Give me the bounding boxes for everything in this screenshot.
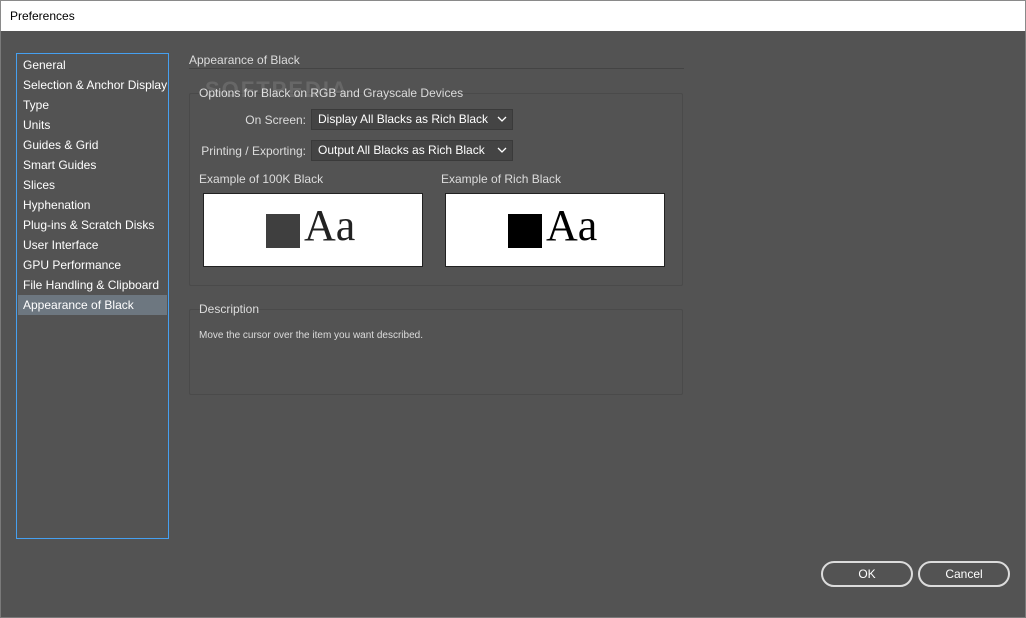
printing-dropdown[interactable]: Output All Blacks as Rich Black [311,140,513,161]
printing-value: Output All Blacks as Rich Black [318,143,485,157]
sidebar-item-type[interactable]: Type [18,95,167,115]
example-100k-preview: Aa [203,193,423,267]
sidebar-item-appearance-of-black[interactable]: Appearance of Black [18,295,167,315]
sidebar-item-selection-anchor-display[interactable]: Selection & Anchor Display [18,75,167,95]
sample-text-rich: Aa [546,201,598,250]
ok-button[interactable]: OK [821,561,913,587]
sidebar-item-units[interactable]: Units [18,115,167,135]
description-text: Move the cursor over the item you want d… [199,330,423,341]
window-title: Preferences [10,9,75,23]
example-rich-preview: Aa [445,193,665,267]
sidebar-item-slices[interactable]: Slices [18,175,167,195]
sidebar-item-file-handling-clipboard[interactable]: File Handling & Clipboard [18,275,167,295]
sidebar-item-plugins-scratch-disks[interactable]: Plug-ins & Scratch Disks [18,215,167,235]
printing-label: Printing / Exporting: [201,144,306,158]
sidebar-item-general[interactable]: General [18,55,167,75]
title-bar: Preferences [0,0,1026,31]
sidebar-item-gpu-performance[interactable]: GPU Performance [18,255,167,275]
on-screen-dropdown[interactable]: Display All Blacks as Rich Black [311,109,513,130]
sidebar-item-guides-grid[interactable]: Guides & Grid [18,135,167,155]
example-rich-label: Example of Rich Black [441,172,562,186]
on-screen-value: Display All Blacks as Rich Black [318,112,489,126]
example-100k-label: Example of 100K Black [199,172,324,186]
description-group-box [189,309,683,395]
swatch-100k-black [266,214,300,248]
chevron-down-icon [497,116,507,122]
swatch-rich-black [508,214,542,248]
section-title: Appearance of Black [189,53,300,67]
on-screen-label: On Screen: [245,113,306,127]
sidebar-item-smart-guides[interactable]: Smart Guides [18,155,167,175]
watermark: SOFTPEDIA [205,77,349,102]
sidebar-item-hyphenation[interactable]: Hyphenation [18,195,167,215]
section-divider [189,68,684,69]
sample-text-100k: Aa [304,201,356,250]
cancel-button[interactable]: Cancel [918,561,1010,587]
sidebar-item-user-interface[interactable]: User Interface [18,235,167,255]
chevron-down-icon [497,147,507,153]
category-list[interactable]: General Selection & Anchor Display Type … [16,53,169,539]
description-group-label: Description [199,302,260,316]
